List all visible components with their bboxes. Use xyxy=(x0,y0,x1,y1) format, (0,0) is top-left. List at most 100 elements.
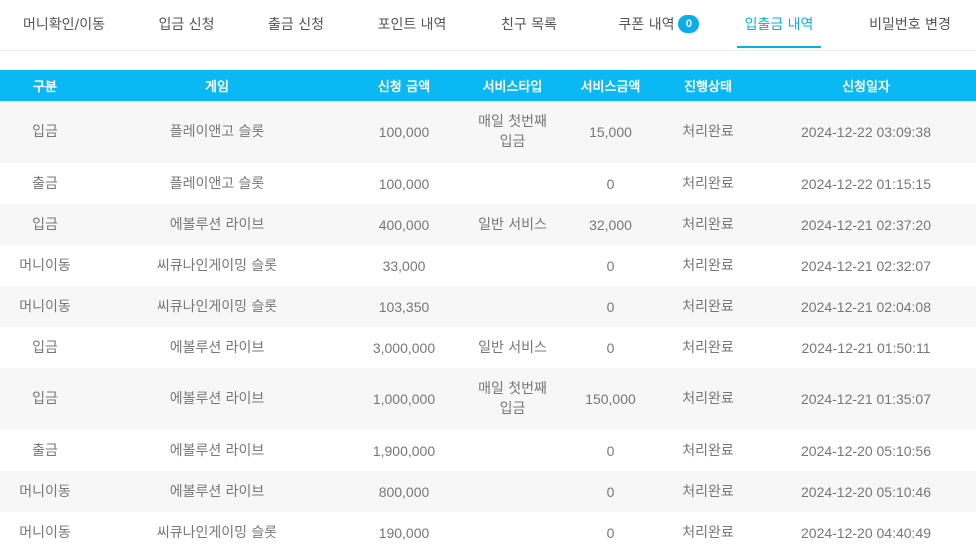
cell-type: 입금 xyxy=(32,124,58,140)
tab-label: 입금 신청 xyxy=(158,17,215,33)
cell-game: 에볼루션 라이브 xyxy=(169,483,265,500)
table-row: 머니이동 씨큐나인게이밍 슬롯 103,350 0 처리완료 2024-12-21 02:… xyxy=(0,286,976,327)
cell-date: 2024-12-21 01:50:11 xyxy=(801,339,931,356)
cell-date: 2024-12-21 02:37:20 xyxy=(801,216,931,233)
cell-service-type xyxy=(464,163,561,204)
cell-date: 2024-12-20 05:10:46 xyxy=(801,483,931,500)
cell-amount: 1,000,000 xyxy=(372,391,436,407)
cell-status: 처리완료 xyxy=(682,257,734,274)
cell-amount: 190,000 xyxy=(378,524,430,541)
cell-amount: 33,000 xyxy=(382,257,426,274)
cell-game: 씨큐나인게이밍 슬롯 xyxy=(156,524,278,541)
cell-service-amount: 0 xyxy=(606,442,615,459)
cell-game: 플레이앤고 슬롯 xyxy=(169,124,265,140)
table-row: 머니이동 씨큐나인게이밍 슬롯 33,000 0 처리완료 2024-12-21 02:3… xyxy=(0,245,976,286)
cell-date: 2024-12-20 04:40:49 xyxy=(801,524,931,541)
cell-service-amount: 0 xyxy=(606,298,615,315)
tab-money-check[interactable]: 머니확인/이동 xyxy=(0,0,128,48)
tab-coupon-history[interactable]: 쿠폰 내역 0 xyxy=(581,0,737,48)
table-row: 머니이동 씨큐나인게이밍 슬롯 190,000 0 처리완료 2024-12-20 04:… xyxy=(0,512,976,553)
cell-status: 처리완료 xyxy=(682,442,734,459)
cell-service-type xyxy=(464,512,561,553)
cell-amount: 800,000 xyxy=(378,483,430,500)
cell-status: 처리완료 xyxy=(682,298,734,315)
cell-service-type: 매일 첫번째입금 xyxy=(464,368,561,430)
cell-amount: 100,000 xyxy=(378,124,430,140)
cell-game: 플레이앤고 슬롯 xyxy=(169,175,265,192)
cell-date: 2024-12-21 02:32:07 xyxy=(801,257,931,274)
cell-service-amount: 0 xyxy=(606,339,615,356)
cell-date: 2024-12-21 01:35:07 xyxy=(801,391,931,407)
col-header-service-type: 서비스타입 xyxy=(482,80,543,95)
cell-service-type xyxy=(464,430,561,471)
cell-date: 2024-12-21 02:04:08 xyxy=(801,298,931,315)
tab-label: 비밀번호 변경 xyxy=(869,17,951,33)
tab-point-history[interactable]: 포인트 내역 xyxy=(347,0,477,48)
tab-label: 머니확인/이동 xyxy=(23,17,105,33)
table-row: 출금 에볼루션 라이브 1,900,000 0 처리완료 2024-12-20 05:10… xyxy=(0,430,976,471)
tab-label: 쿠폰 내역 xyxy=(618,17,675,33)
tab-transaction-history[interactable]: 입출금 내역 xyxy=(737,0,821,48)
tab-withdraw-request[interactable]: 출금 신청 xyxy=(245,0,347,48)
service-type-line: 입금 xyxy=(499,401,526,417)
cell-status: 처리완료 xyxy=(682,524,734,541)
cell-service-type: 매일 첫번째입금 xyxy=(464,101,561,163)
cell-service-amount: 0 xyxy=(606,524,615,541)
cell-type: 머니이동 xyxy=(19,483,71,500)
cell-service-amount: 150,000 xyxy=(585,391,636,407)
cell-type: 출금 xyxy=(32,175,58,192)
coupon-count-badge: 0 xyxy=(678,15,700,33)
cell-type: 머니이동 xyxy=(19,298,71,315)
tab-label: 출금 신청 xyxy=(268,17,324,33)
cell-service-type: 일반 서비스 xyxy=(478,216,547,233)
col-header-service-amount: 서비스금액 xyxy=(580,80,641,95)
transaction-table: 구분 게임 신청 금액 서비스타입 서비스금액 진행상태 신청일자 입금플레이앤… xyxy=(0,70,976,553)
cell-service-type: 일반 서비스 xyxy=(478,339,547,356)
cell-date: 2024-12-22 03:09:38 xyxy=(801,124,931,140)
tab-friend-list[interactable]: 친구 목록 xyxy=(477,0,581,48)
cell-amount: 103,350 xyxy=(378,298,430,315)
table-row: 입금 에볼루션 라이브 3,000,000 일반 서비스 0 처리완료 2024-12-21… xyxy=(0,327,976,368)
tab-label: 친구 목록 xyxy=(501,17,557,33)
cell-service-amount: 0 xyxy=(606,483,615,500)
cell-amount: 100,000 xyxy=(378,175,430,192)
table-row: 입금 플레이앤고 슬롯 100,000 매일 첫번째입금 15,000 처리완료 2024-… xyxy=(0,101,976,163)
service-type-line: 입금 xyxy=(499,134,526,150)
table-row: 입금 에볼루션 라이브 400,000 일반 서비스 32,000 처리완료 2024-12… xyxy=(0,204,976,245)
tab-change-password[interactable]: 비밀번호 변경 xyxy=(851,0,969,48)
cell-game: 에볼루션 라이브 xyxy=(169,216,265,233)
cell-type: 출금 xyxy=(32,442,58,459)
cell-date: 2024-12-22 01:15:15 xyxy=(801,175,931,192)
table-row: 출금 플레이앤고 슬롯 100,000 0 처리완료 2024-12-22 01:15:1… xyxy=(0,163,976,204)
cell-service-type xyxy=(464,245,561,286)
table-row: 입금 에볼루션 라이브 1,000,000 매일 첫번째 입금 150,000 처리완료 20… xyxy=(0,368,976,430)
cell-game: 에볼루션 라이브 xyxy=(169,391,265,407)
cell-type: 머니이동 xyxy=(19,524,71,541)
tab-label: 입출금 내역 xyxy=(744,17,814,33)
cell-game: 씨큐나인게이밍 슬롯 xyxy=(156,257,278,274)
cell-type: 입금 xyxy=(32,216,58,233)
cell-status: 처리완료 xyxy=(682,483,734,500)
cell-service-amount: 0 xyxy=(606,175,615,192)
service-type-line: 매일 첫번째 xyxy=(478,381,547,397)
cell-amount: 1,900,000 xyxy=(372,442,436,459)
cell-service-amount: 32,000 xyxy=(589,216,632,233)
tab-deposit-request[interactable]: 입금 신청 xyxy=(128,0,245,48)
cell-type: 머니이동 xyxy=(19,257,71,274)
tab-bar: 머니확인/이동 입금 신청 출금 신청 포인트 내역 친구 목록 쿠폰 내역 0 … xyxy=(0,0,976,51)
cell-status: 처리완료 xyxy=(682,124,734,140)
cell-service-amount: 15,000 xyxy=(589,124,632,140)
col-header-amount: 신청 금액 xyxy=(377,80,431,95)
cell-game: 에볼루션 라이브 xyxy=(169,339,265,356)
col-header-game: 게임 xyxy=(205,80,229,95)
cell-amount: 3,000,000 xyxy=(372,339,436,356)
cell-game: 씨큐나인게이밍 슬롯 xyxy=(156,298,278,315)
cell-status: 처리완료 xyxy=(682,339,734,356)
col-header-date: 신청일자 xyxy=(842,80,890,95)
cell-date: 2024-12-20 05:10:56 xyxy=(801,442,931,459)
cell-amount: 400,000 xyxy=(378,216,430,233)
col-header-type: 구분 xyxy=(33,80,57,95)
service-type-line: 매일 첫번째 xyxy=(478,114,547,130)
table-header-row: 구분 게임 신청 금액 서비스타입 서비스금액 진행상태 신청일자 xyxy=(0,70,976,101)
cell-status: 처리완료 xyxy=(682,216,734,233)
